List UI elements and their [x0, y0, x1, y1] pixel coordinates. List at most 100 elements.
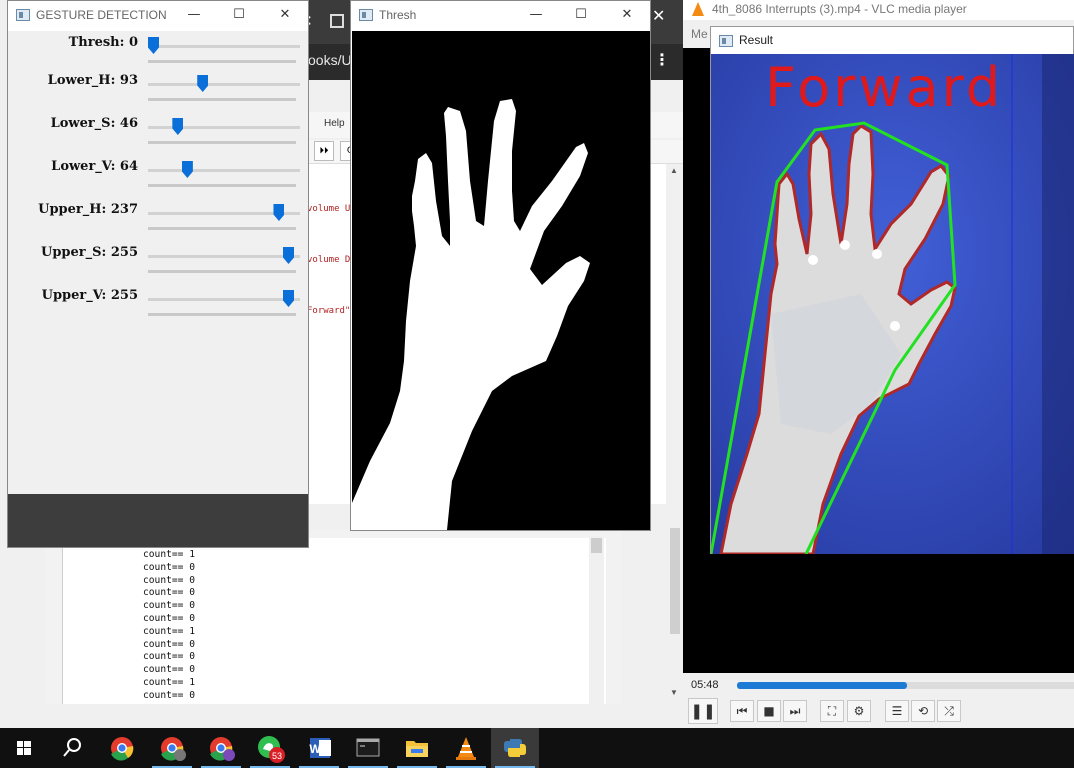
result-title: Result — [739, 33, 774, 47]
taskbar-vlc[interactable] — [442, 728, 490, 768]
hand-mask-svg — [352, 99, 590, 530]
fullscreen-button[interactable]: ⛶ — [820, 700, 844, 722]
output-scrollbar[interactable] — [589, 536, 604, 704]
window-close-icon[interactable]: ✕ — [652, 6, 665, 25]
previous-button[interactable]: ⏮ — [730, 700, 754, 722]
trackbar-track[interactable] — [148, 83, 300, 86]
vlc-titlebar[interactable]: 4th_8086 Interrupts (3).mp4 - VLC media … — [683, 0, 1074, 20]
scroll-down-icon[interactable]: ▼ — [670, 688, 678, 697]
notebook-scrollbar[interactable]: ▲ ▼ — [666, 164, 683, 704]
playlist-button[interactable]: ☰ — [885, 700, 909, 722]
gesture-title: GESTURE DETECTION — [36, 8, 167, 22]
menu-media[interactable]: Me — [691, 27, 708, 41]
output-line: count== 0 — [143, 612, 195, 624]
seek-bar-fill — [737, 682, 907, 689]
trackbar-thumb[interactable] — [283, 290, 294, 307]
scroll-up-icon[interactable]: ▲ — [670, 166, 678, 175]
gesture-label: Forward — [765, 56, 1003, 119]
trackbar-thumb[interactable] — [273, 204, 285, 221]
output-line: count== 0 — [143, 664, 195, 676]
code-line: volume D — [307, 255, 351, 265]
trackbar-groove — [148, 98, 296, 101]
taskbar-word[interactable]: W — [295, 728, 343, 768]
gesture-titlebar[interactable]: GESTURE DETECTION — ☐ ✕ — [8, 1, 308, 31]
trackbar-thumb[interactable] — [181, 161, 193, 178]
trackbar-thumb[interactable] — [148, 37, 159, 54]
trackbar-track[interactable] — [148, 45, 300, 48]
elapsed-time: 05:48 — [691, 679, 719, 691]
trackbar-thumb[interactable] — [283, 247, 294, 264]
trackbar-label: Upper_H: 237 — [38, 202, 138, 217]
trackbar-row: Lower_H: 93 — [8, 73, 308, 113]
chrome-icon — [111, 737, 134, 761]
close-icon[interactable]: ✕ — [617, 5, 637, 25]
taskbar-python[interactable] — [491, 728, 539, 768]
pause-button[interactable]: ❚❚ — [688, 698, 718, 724]
windows-taskbar: 53 W — [0, 728, 1074, 768]
trackbar-track[interactable] — [148, 298, 300, 301]
defect-point — [872, 249, 882, 259]
chrome-j-icon — [210, 737, 235, 761]
taskbar-chrome-j[interactable] — [197, 728, 245, 768]
svg-text:W: W — [309, 742, 321, 756]
trackbar-track[interactable] — [148, 126, 300, 129]
gesture-status-area — [8, 494, 308, 547]
minimize-icon[interactable]: — — [184, 5, 204, 25]
search-icon — [63, 738, 81, 757]
taskbar-whatsapp[interactable]: 53 — [246, 728, 294, 768]
start-icon — [17, 741, 31, 755]
app-window-icon — [16, 9, 30, 21]
vlc-controls: ❚❚ ⏮ ■ ⏭ ⛶ ⚙ ☰ ⟲ ⤮ — [683, 697, 1074, 728]
trackbar-groove — [148, 60, 296, 63]
menu-help[interactable]: Help — [324, 118, 345, 129]
defect-point — [840, 240, 850, 250]
search-button[interactable] — [48, 728, 96, 768]
address-text: ooks/U — [308, 52, 352, 68]
thresh-title: Thresh — [379, 8, 417, 22]
scrollbar-thumb[interactable] — [670, 528, 680, 634]
output-line: count== 0 — [143, 574, 195, 586]
trackbar-groove — [148, 313, 296, 316]
shuffle-button[interactable]: ⤮ — [937, 700, 961, 722]
defect-point — [890, 321, 900, 331]
trackbar-row: Lower_S: 46 — [8, 116, 308, 156]
taskbar-terminal[interactable] — [344, 728, 392, 768]
output-scroll-thumb[interactable] — [591, 538, 602, 553]
gesture-detection-window: GESTURE DETECTION — ☐ ✕ Thresh: 0 Lower_H… — [7, 0, 309, 548]
seek-bar[interactable] — [737, 682, 1074, 689]
defect-point — [808, 255, 818, 265]
extended-settings-button[interactable]: ⚙ — [847, 700, 871, 722]
trackbar-track[interactable] — [148, 255, 300, 258]
next-button[interactable]: ⏭ — [783, 700, 807, 722]
trackbar-groove — [148, 184, 296, 187]
run-all-button[interactable]: ⏵⏵ — [314, 141, 334, 161]
stop-button[interactable]: ■ — [757, 700, 781, 722]
word-icon: W — [309, 738, 331, 758]
result-titlebar[interactable]: Result — [711, 27, 1073, 54]
trackbar-thumb[interactable] — [197, 75, 209, 92]
vlc-seekbar-row: 05:48 — [683, 673, 1074, 697]
close-icon[interactable]: ✕ — [275, 5, 295, 25]
notification-badge: 53 — [272, 751, 282, 761]
output-line: count== 0 — [143, 689, 195, 701]
code-line: volume U — [307, 204, 351, 214]
loop-button[interactable]: ⟲ — [911, 700, 935, 722]
start-button[interactable] — [0, 728, 48, 768]
code-line: Forward" — [307, 306, 351, 316]
taskbar-chrome-profile[interactable] — [148, 728, 196, 768]
maximize-icon[interactable]: ☐ — [571, 5, 591, 25]
trackbar-track[interactable] — [148, 169, 300, 172]
frame-right-shadow — [1042, 54, 1074, 554]
output-line: count== 0 — [143, 561, 195, 573]
maximize-icon[interactable]: ☐ — [229, 5, 249, 25]
trackbar-thumb[interactable] — [172, 118, 184, 135]
explorer-icon — [406, 741, 428, 757]
minimize-icon[interactable]: — — [526, 5, 546, 25]
python-icon — [504, 739, 526, 757]
output-line: count== 1 — [143, 625, 195, 637]
browser-menu-icon[interactable]: ⋮ — [654, 50, 670, 69]
taskbar-chrome[interactable] — [98, 728, 146, 768]
thresh-titlebar[interactable]: Thresh — ☐ ✕ — [351, 1, 650, 31]
taskbar-explorer[interactable] — [393, 728, 441, 768]
trackbar-row: Thresh: 0 — [8, 35, 308, 75]
